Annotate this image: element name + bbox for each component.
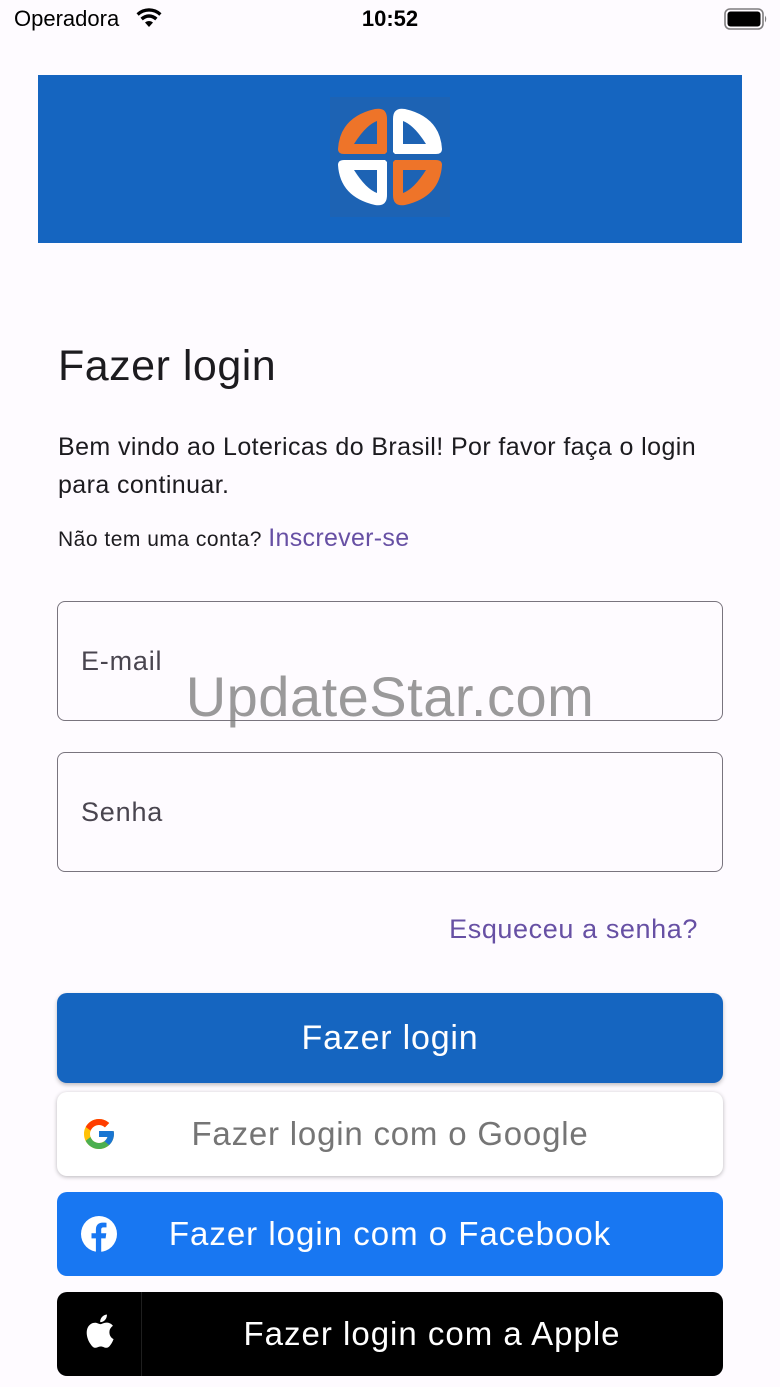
page-title: Fazer login — [58, 342, 277, 390]
apple-button-label: Fazer login com a Apple — [243, 1315, 621, 1352]
apple-icon — [86, 1314, 114, 1348]
forgot-password-link[interactable]: Esqueceu a senha? — [449, 914, 698, 945]
signup-prompt: Não tem uma conta? Inscrever-se — [58, 524, 409, 553]
facebook-login-button[interactable]: Fazer login com o Facebook — [57, 1192, 723, 1276]
welcome-message: Bem vindo ao Lotericas do Brasil! Por fa… — [58, 433, 697, 499]
brand-banner — [38, 75, 742, 243]
facebook-icon — [81, 1216, 117, 1252]
battery-icon — [724, 8, 767, 30]
loterica-clover-logo-icon — [330, 97, 450, 217]
signup-link[interactable]: Inscrever-se — [268, 524, 409, 552]
google-button-label: Fazer login com o Google — [191, 1115, 589, 1152]
email-field[interactable] — [57, 601, 723, 721]
google-icon — [84, 1119, 114, 1149]
status-bar: Operadora 10:52 — [0, 0, 780, 40]
status-time: 10:52 — [361, 6, 419, 31]
google-login-button[interactable]: Fazer login com o Google — [57, 1092, 723, 1176]
login-button[interactable]: Fazer login — [57, 993, 723, 1083]
no-account-text: Não tem uma conta? — [58, 528, 262, 551]
apple-login-button[interactable]: Fazer login com a Apple — [57, 1292, 723, 1376]
password-field[interactable] — [57, 752, 723, 872]
facebook-button-label: Fazer login com o Facebook — [168, 1215, 612, 1252]
